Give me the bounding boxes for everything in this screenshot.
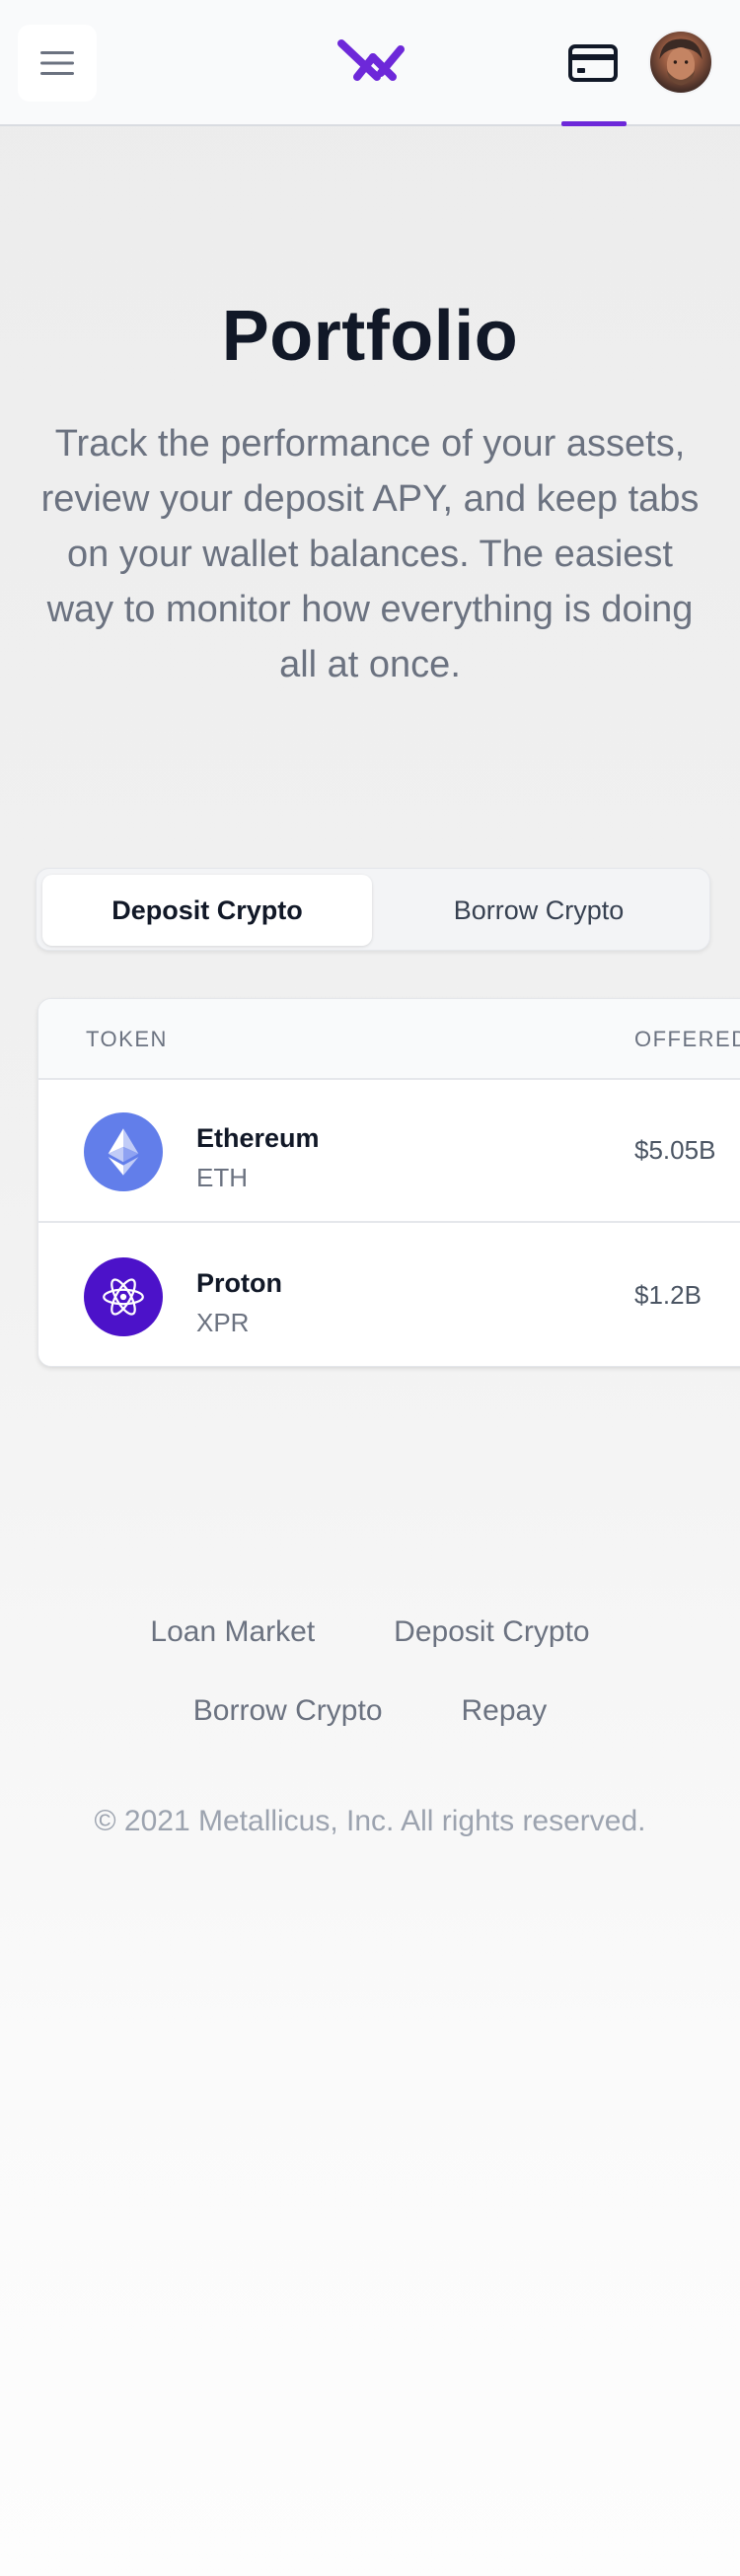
- active-nav-indicator: [561, 121, 627, 126]
- table-row[interactable]: Ethereum ETH $5.05B: [38, 1080, 740, 1223]
- metallicus-logo[interactable]: [337, 36, 408, 85]
- footer-link-loan-market[interactable]: Loan Market: [150, 1615, 315, 1649]
- footer-link-deposit-crypto[interactable]: Deposit Crypto: [394, 1615, 589, 1649]
- footer-links-row-1: Loan Market Deposit Crypto: [0, 1615, 740, 1649]
- ethereum-icon: [84, 1112, 163, 1191]
- table-row[interactable]: Proton XPR $1.2B: [38, 1225, 740, 1366]
- token-offered-value: $5.05B: [634, 1135, 716, 1165]
- user-avatar[interactable]: [648, 30, 713, 95]
- page-title: Portfolio: [221, 297, 519, 376]
- column-header-offered[interactable]: OFFERED: [634, 1027, 740, 1052]
- page-description: Track the performance of your assets, re…: [40, 423, 700, 685]
- token-symbol: XPR: [196, 1308, 250, 1337]
- table-header: TOKEN OFFERED: [38, 999, 740, 1080]
- wallet-button[interactable]: [560, 36, 626, 91]
- hamburger-icon: [40, 51, 74, 75]
- token-table: TOKEN OFFERED Ethereum ETH $5.05B Proton…: [37, 998, 740, 1367]
- footer-link-repay[interactable]: Repay: [462, 1694, 548, 1728]
- token-symbol: ETH: [196, 1163, 248, 1192]
- credit-card-icon: [568, 44, 618, 82]
- copyright-text: © 2021 Metallicus, Inc. All rights reser…: [94, 1805, 646, 1837]
- proton-icon: [84, 1257, 163, 1336]
- menu-button[interactable]: [18, 25, 97, 102]
- footer-links-row-2: Borrow Crypto Repay: [0, 1694, 740, 1728]
- tab-borrow-crypto[interactable]: Borrow Crypto: [374, 875, 703, 946]
- token-name: Proton: [196, 1268, 282, 1298]
- footer-link-borrow-crypto[interactable]: Borrow Crypto: [193, 1694, 383, 1728]
- token-name: Ethereum: [196, 1123, 320, 1153]
- avatar-portrait: [659, 38, 703, 86]
- top-navigation-bar: [0, 0, 740, 126]
- tab-deposit-crypto[interactable]: Deposit Crypto: [42, 875, 372, 946]
- portfolio-tabs: Deposit Crypto Borrow Crypto: [36, 868, 710, 951]
- column-header-token: TOKEN: [86, 1027, 168, 1051]
- token-offered-value: $1.2B: [634, 1280, 702, 1310]
